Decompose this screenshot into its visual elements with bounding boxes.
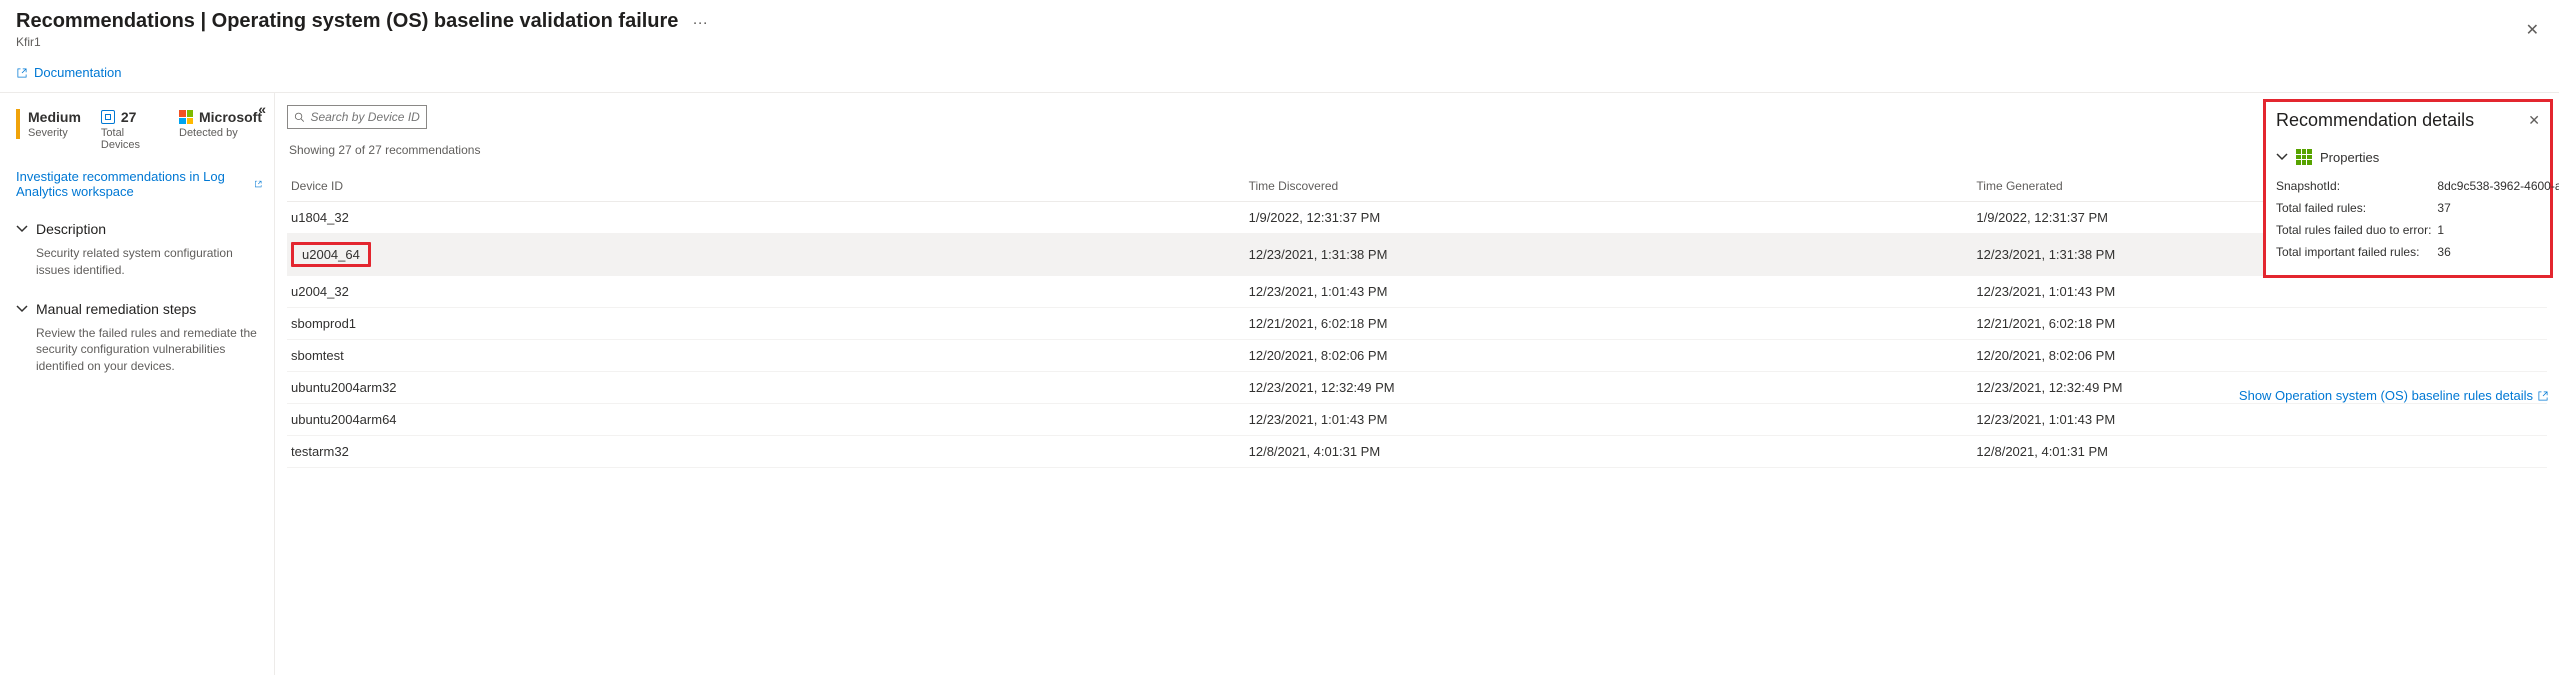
sidebar: « Medium Severity 27 Total Devices Micro… xyxy=(0,93,275,675)
device-id-cell: ubuntu2004arm32 xyxy=(291,380,397,395)
property-row: Total rules failed duo to error:1 xyxy=(2276,219,2559,241)
page-header: Recommendations | Operating system (OS) … xyxy=(0,0,2559,57)
table-row[interactable]: ubuntu2004arm64 12/23/2021, 1:01:43 PM12/… xyxy=(287,404,2547,436)
remediation-title: Manual remediation steps xyxy=(36,301,196,317)
description-title: Description xyxy=(36,221,106,237)
property-row: SnapshotId:8dc9c538-3962-4600-abd9-c7b66… xyxy=(2276,175,2559,197)
device-id-cell: sbomtest xyxy=(291,348,344,363)
property-value: 37 xyxy=(2437,197,2559,219)
show-baseline-rules-link[interactable]: Show Operation system (OS) baseline rule… xyxy=(2239,388,2549,403)
properties-table: SnapshotId:8dc9c538-3962-4600-abd9-c7b66… xyxy=(2276,175,2559,263)
col-device-id[interactable]: Device ID xyxy=(287,171,1245,202)
remediation-body: Review the failed rules and remediate th… xyxy=(36,325,262,375)
chevron-down-icon xyxy=(16,223,28,235)
external-link-icon xyxy=(2537,390,2549,402)
time-discovered-cell: 12/23/2021, 12:32:49 PM xyxy=(1245,372,1973,404)
table-row[interactable]: ubuntu2004arm3212/23/2021, 12:32:49 PM12… xyxy=(287,372,2547,404)
devices-kpi: 27 Total Devices xyxy=(101,109,159,151)
table-row[interactable]: sbomprod1 12/21/2021, 6:02:18 PM12/21/202… xyxy=(287,308,2547,340)
details-close-button[interactable]: ✕ xyxy=(2528,112,2540,129)
properties-icon xyxy=(2296,149,2312,165)
severity-value: Medium xyxy=(28,109,81,125)
show-baseline-rules-label: Show Operation system (OS) baseline rule… xyxy=(2239,388,2533,403)
device-id-cell: testarm32 xyxy=(291,444,349,459)
device-id-cell: ubuntu2004arm64 xyxy=(291,412,397,427)
table-row[interactable]: testarm32 12/8/2021, 4:01:31 PM12/8/2021,… xyxy=(287,436,2547,468)
time-discovered-cell: 12/23/2021, 1:31:38 PM xyxy=(1245,234,1973,276)
property-key: SnapshotId: xyxy=(2276,175,2437,197)
result-count: Showing 27 of 27 recommendations xyxy=(289,143,2559,157)
property-row: Total important failed rules:36 xyxy=(2276,241,2559,263)
time-generated-cell: 12/8/2021, 4:01:31 PM xyxy=(1972,436,2547,468)
detected-value: Microsoft xyxy=(199,109,262,125)
description-body: Security related system configuration is… xyxy=(36,245,262,279)
table-row[interactable]: u1804_321/9/2022, 12:31:37 PM1/9/2022, 1… xyxy=(287,202,2547,234)
documentation-link[interactable]: Documentation xyxy=(16,65,121,80)
property-value: 36 xyxy=(2437,241,2559,263)
table-row[interactable]: sbomtest 12/20/2021, 8:02:06 PM12/20/2021… xyxy=(287,340,2547,372)
chevron-down-icon xyxy=(16,303,28,315)
device-id-cell: u2004_64 xyxy=(291,242,371,267)
detected-label: Detected by xyxy=(179,127,262,139)
devices-value: 27 xyxy=(121,109,137,125)
property-key: Total important failed rules: xyxy=(2276,241,2437,263)
details-panel: Recommendation details ✕ Properties Snap… xyxy=(2263,99,2553,278)
search-field[interactable] xyxy=(287,105,427,129)
external-link-icon xyxy=(254,178,263,190)
severity-kpi: Medium Severity xyxy=(16,109,81,139)
description-toggle[interactable]: Description xyxy=(16,221,262,237)
properties-label: Properties xyxy=(2320,150,2379,165)
details-title: Recommendation details xyxy=(2276,110,2474,131)
microsoft-logo-icon xyxy=(179,110,193,124)
device-id-cell: u1804_32 xyxy=(291,210,349,225)
property-row: Total failed rules:37 xyxy=(2276,197,2559,219)
property-value: 1 xyxy=(2437,219,2559,241)
device-id-cell: sbomprod1 xyxy=(291,316,356,331)
remediation-toggle[interactable]: Manual remediation steps xyxy=(16,301,262,317)
detected-kpi: Microsoft Detected by xyxy=(179,109,262,139)
close-button[interactable]: ✕ xyxy=(2526,20,2539,40)
table-row[interactable]: u2004_6412/23/2021, 1:31:38 PM12/23/2021… xyxy=(287,234,2547,276)
documentation-label: Documentation xyxy=(34,65,121,80)
content: Showing 27 of 27 recommendations Device … xyxy=(275,93,2559,675)
severity-label: Severity xyxy=(28,127,81,139)
time-discovered-cell: 1/9/2022, 12:31:37 PM xyxy=(1245,202,1973,234)
collapse-sidebar-button[interactable]: « xyxy=(258,101,266,117)
page-subtitle: Kfir1 xyxy=(16,35,2543,49)
search-input[interactable] xyxy=(310,110,420,124)
table-row[interactable]: u2004_32 12/23/2021, 1:01:43 PM12/23/2021… xyxy=(287,276,2547,308)
chevron-down-icon xyxy=(2276,151,2288,163)
investigate-link[interactable]: Investigate recommendations in Log Analy… xyxy=(16,169,262,199)
property-key: Total rules failed duo to error: xyxy=(2276,219,2437,241)
remediation-section: Manual remediation steps Review the fail… xyxy=(16,301,262,375)
properties-toggle[interactable]: Properties xyxy=(2276,149,2540,165)
search-icon xyxy=(294,111,304,123)
time-discovered-cell: 12/21/2021, 6:02:18 PM xyxy=(1245,308,1973,340)
property-key: Total failed rules: xyxy=(2276,197,2437,219)
time-generated-cell: 12/23/2021, 1:01:43 PM xyxy=(1972,404,2547,436)
time-generated-cell: 12/21/2021, 6:02:18 PM xyxy=(1972,308,2547,340)
devices-label: Total Devices xyxy=(101,127,159,151)
time-generated-cell: 12/20/2021, 8:02:06 PM xyxy=(1972,340,2547,372)
device-icon xyxy=(101,110,115,124)
time-generated-cell: 12/23/2021, 1:01:43 PM xyxy=(1972,276,2547,308)
device-id-cell: u2004_32 xyxy=(291,284,349,299)
time-discovered-cell: 12/23/2021, 1:01:43 PM xyxy=(1245,404,1973,436)
investigate-label: Investigate recommendations in Log Analy… xyxy=(16,169,250,199)
time-discovered-cell: 12/20/2021, 8:02:06 PM xyxy=(1245,340,1973,372)
title-more-icon[interactable]: … xyxy=(692,11,708,28)
time-discovered-cell: 12/23/2021, 1:01:43 PM xyxy=(1245,276,1973,308)
external-link-icon xyxy=(16,67,28,79)
property-value: 8dc9c538-3962-4600-abd9-c7b66dc09eee xyxy=(2437,175,2559,197)
kpi-row: Medium Severity 27 Total Devices Microso… xyxy=(16,109,262,151)
time-discovered-cell: 12/8/2021, 4:01:31 PM xyxy=(1245,436,1973,468)
page-title: Recommendations | Operating system (OS) … xyxy=(16,10,678,32)
col-time-discovered[interactable]: Time Discovered xyxy=(1245,171,1973,202)
description-section: Description Security related system conf… xyxy=(16,221,262,279)
recommendations-table: Device ID Time Discovered Time Generated… xyxy=(287,171,2547,468)
